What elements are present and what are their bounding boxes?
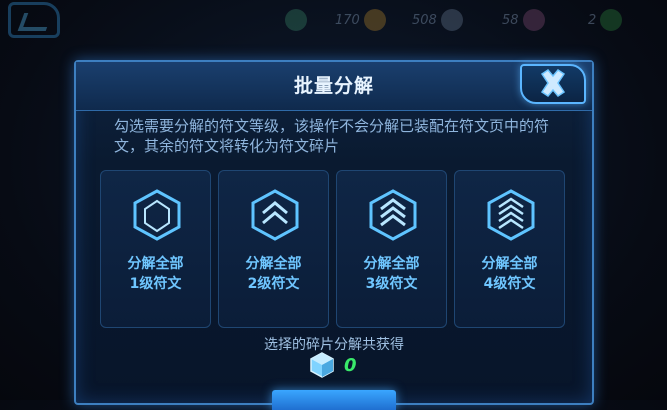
gain-row: 0 xyxy=(310,352,357,378)
close-button[interactable] xyxy=(506,62,592,108)
stat-value: 2 xyxy=(588,12,597,28)
option-line2: 4级符文 xyxy=(483,276,536,292)
level-options: 分解全部 1级符文 分解全部 2级符文 分解全部 3级符文 分解全部 4级符文 xyxy=(100,170,568,330)
close-icon xyxy=(540,69,566,97)
option-level-2[interactable]: 分解全部 2级符文 xyxy=(218,170,329,328)
rune-shard-icon xyxy=(310,352,334,378)
ticket-icon xyxy=(522,9,545,31)
back-button[interactable] xyxy=(8,2,60,38)
option-line1: 分解全部 xyxy=(127,256,184,272)
option-level-3[interactable]: 分解全部 3级符文 xyxy=(336,170,447,328)
gain-label: 选择的碎片分解共获得 xyxy=(264,337,404,353)
option-line2: 3级符文 xyxy=(365,276,418,292)
stat-shield xyxy=(285,8,307,32)
rune-level-4-icon xyxy=(487,189,535,241)
stat-gems: 508 xyxy=(412,8,463,32)
dialog-description: 勾选需要分解的符文等级，该操作不会分解已装配在符文页中的符文，其余的符文将转化为… xyxy=(114,117,550,155)
confirm-button[interactable] xyxy=(272,390,396,410)
option-line1: 分解全部 xyxy=(481,256,538,272)
option-line1: 分解全部 xyxy=(245,256,302,272)
side-tab-2[interactable] xyxy=(0,118,70,152)
stat-value: 508 xyxy=(412,12,437,28)
rune-level-1-icon xyxy=(133,189,181,241)
rune-level-2-icon xyxy=(251,189,299,241)
stat-gold: 170 xyxy=(335,8,386,32)
gain-value: 0 xyxy=(344,354,357,376)
rune-level-3-icon xyxy=(369,189,417,241)
option-line2: 1级符文 xyxy=(129,276,182,292)
option-line1: 分解全部 xyxy=(363,256,420,272)
stat-tickets: 58 xyxy=(502,8,545,32)
stat-value: 58 xyxy=(502,12,519,28)
dialog-header: 批量分解 xyxy=(76,62,592,111)
shield-icon xyxy=(285,9,307,31)
stat-value: 170 xyxy=(335,12,360,28)
side-tab-1[interactable] xyxy=(0,66,70,100)
option-level-4[interactable]: 分解全部 4级符文 xyxy=(454,170,565,328)
stat-extra: 2 xyxy=(588,8,623,32)
plus-icon[interactable] xyxy=(600,9,623,31)
top-bar: 170 508 58 2 xyxy=(0,0,667,44)
option-line2: 2级符文 xyxy=(247,276,300,292)
option-level-1[interactable]: 分解全部 1级符文 xyxy=(100,170,211,328)
coin-icon xyxy=(363,9,386,31)
batch-decompose-dialog: 批量分解 勾选需要分解的符文等级，该操作不会分解已装配在符文页中的符文，其余的符… xyxy=(74,60,594,410)
gem-icon xyxy=(440,9,463,31)
